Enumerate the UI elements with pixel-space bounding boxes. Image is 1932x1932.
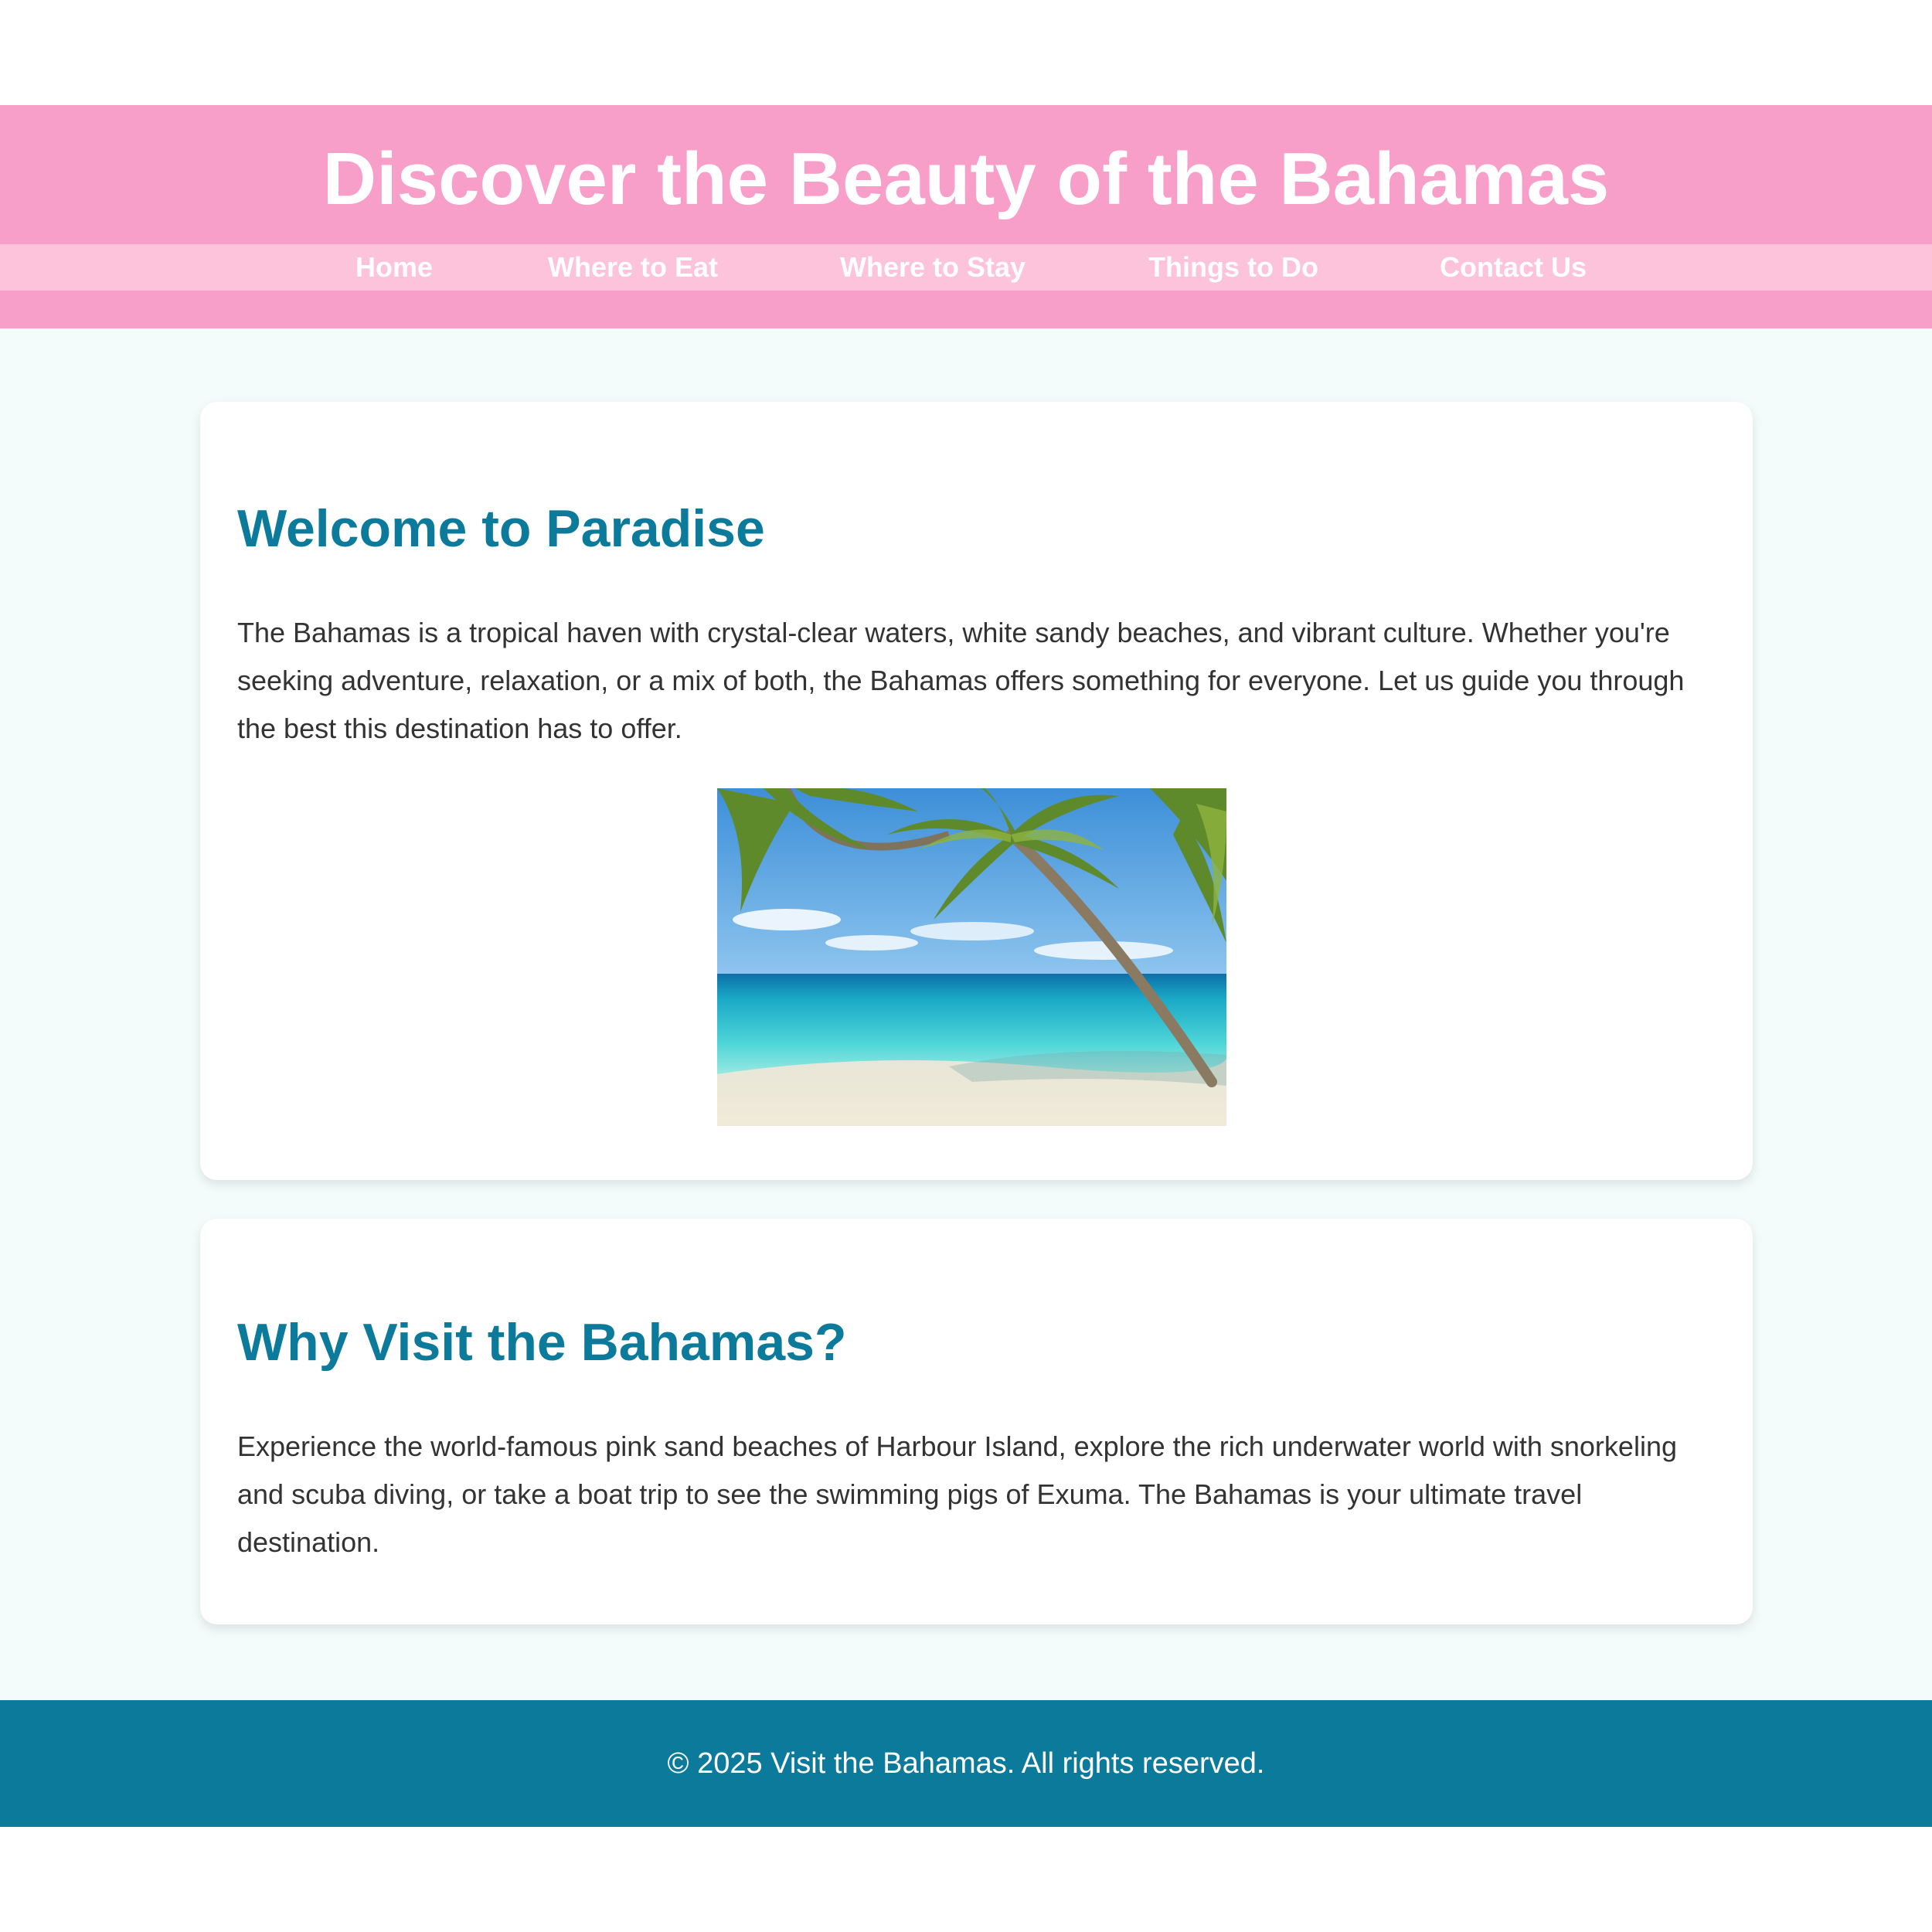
why-visit-text: Experience the world-famous pink sand be… [237,1430,1677,1558]
beach-palm-image [717,788,1226,1126]
nav-where-to-stay-link[interactable]: Where to Stay [840,244,1026,291]
nav-home-link[interactable]: Home [355,244,433,291]
nav-contact-us-link[interactable]: Contact Us [1440,244,1587,291]
why-visit-heading: Why Visit the Bahamas? [237,1313,847,1372]
page: Discover the Beauty of the Bahamas Home … [0,0,1932,1932]
welcome-section: Welcome to Paradise The Bahamas is a tro… [200,402,1753,1180]
nav-where-to-eat-link[interactable]: Where to Eat [548,244,718,291]
site-header: Discover the Beauty of the Bahamas Home … [0,105,1932,328]
main-nav: Home Where to Eat Where to Stay Things t… [0,244,1932,291]
welcome-heading: Welcome to Paradise [237,499,765,558]
welcome-text: The Bahamas is a tropical haven with cry… [237,617,1685,744]
site-title: Discover the Beauty of the Bahamas [322,138,1610,220]
site-footer: © 2025 Visit the Bahamas. All rights res… [0,1700,1932,1827]
main-content: Welcome to Paradise The Bahamas is a tro… [0,328,1932,1700]
nav-things-to-do-link[interactable]: Things to Do [1148,244,1318,291]
why-visit-section: Why Visit the Bahamas? Experience the wo… [200,1219,1753,1624]
copyright-text: © 2025 Visit the Bahamas. All rights res… [667,1747,1265,1780]
